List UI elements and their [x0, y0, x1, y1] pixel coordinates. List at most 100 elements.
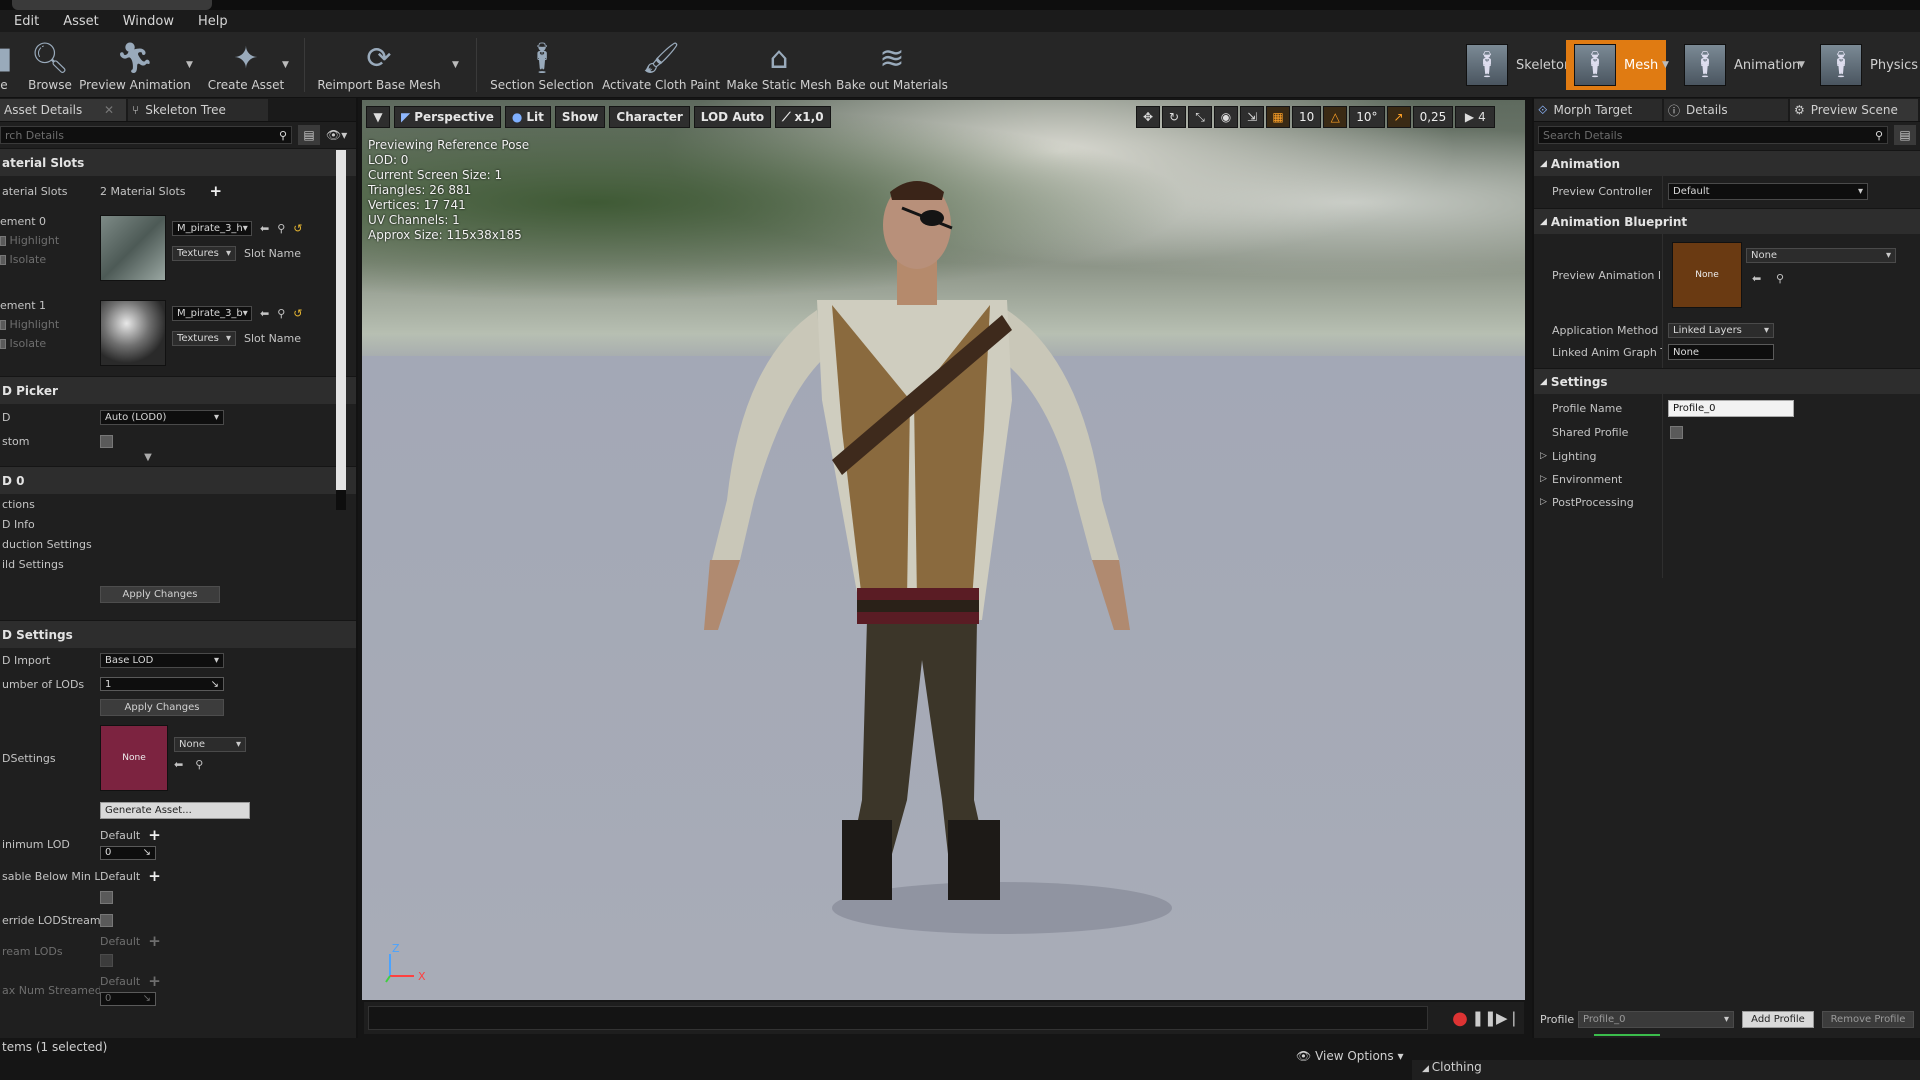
angle-snap-value[interactable]: 10° — [1349, 106, 1385, 128]
postprocessing-row[interactable]: ▷ PostProcessing — [1534, 492, 1920, 512]
expand-arrow-icon[interactable]: ▼ — [0, 452, 356, 466]
grid-snap-icon[interactable]: ▦ — [1266, 106, 1290, 128]
character-button[interactable]: Character — [609, 106, 690, 128]
mode-mesh-button[interactable]: 🕴︎ Mesh — [1566, 40, 1667, 90]
view-options-icon[interactable]: ▤ — [298, 125, 320, 145]
tab-asset-details[interactable]: Asset Details ✕ — [0, 99, 126, 121]
reset-icon[interactable]: ↺ — [293, 307, 302, 320]
highlight-checkbox[interactable] — [0, 236, 6, 246]
application-method-dropdown[interactable]: Linked Layers — [1668, 322, 1774, 338]
lod-dropdown[interactable]: Auto (LOD0) — [100, 409, 224, 425]
step-forward-icon[interactable]: ▶❘ — [1496, 1008, 1520, 1028]
textures-dropdown[interactable]: Textures — [172, 246, 236, 261]
lodsettings-dropdown[interactable]: None — [174, 737, 246, 752]
lod0-item[interactable]: ctions — [0, 494, 356, 514]
grid-size-value[interactable]: 10 — [1292, 106, 1322, 128]
apply-changes-button[interactable]: Apply Changes — [100, 585, 220, 603]
pause-icon[interactable]: ❚❚ — [1471, 1008, 1496, 1028]
use-selected-arrow-icon[interactable]: ⬅ — [260, 222, 269, 235]
lod0-item[interactable]: duction Settings — [0, 534, 356, 554]
section-lod-settings[interactable]: D Settings — [0, 620, 356, 648]
shared-profile-checkbox[interactable] — [1670, 425, 1683, 439]
tab-morph-target[interactable]: ⟐ Morph Target — [1534, 99, 1662, 121]
tab-preview-scene[interactable]: ⚙ Preview Scene — [1790, 99, 1918, 121]
minimum-lod-input[interactable]: 0 ↘ — [100, 845, 156, 860]
mode-animation-button[interactable]: 🕴︎ Animation — [1676, 40, 1808, 90]
angle-snap-icon[interactable]: △ — [1323, 106, 1348, 128]
use-selected-arrow-icon[interactable]: ⬅ — [260, 307, 269, 320]
surface-snap-icon[interactable]: ⇲ — [1240, 106, 1264, 128]
tab-details[interactable]: ⓘ Details — [1664, 99, 1788, 121]
profile-name-input[interactable]: Profile_0 — [1668, 399, 1794, 417]
create-asset-button[interactable]: ✦ Create Asset — [206, 34, 286, 96]
create-asset-dropdown-icon[interactable]: ▼ — [282, 60, 289, 70]
browse-icon[interactable]: ⚲ — [195, 758, 203, 771]
lod0-item[interactable]: ild Settings — [0, 554, 356, 574]
make-static-mesh-button[interactable]: ⌂ Make Static Mesh — [726, 34, 831, 96]
search-input[interactable]: Search Details ⚲ — [1538, 126, 1888, 144]
preview-animation-dropdown-icon[interactable]: ▼ — [186, 60, 193, 70]
menu-help[interactable]: Help — [184, 14, 238, 29]
character-mesh[interactable] — [362, 100, 1525, 1000]
lodsettings-thumbnail[interactable]: None — [100, 725, 168, 791]
mesh-dropdown-icon[interactable]: ▼ — [1662, 60, 1669, 70]
lod0-item[interactable]: D Info — [0, 514, 356, 534]
rotate-icon[interactable]: ↻ — [1162, 106, 1186, 128]
record-icon[interactable]: ● — [1450, 1008, 1470, 1029]
close-icon[interactable]: ✕ — [104, 103, 114, 117]
section-material-slots[interactable]: aterial Slots — [0, 148, 356, 176]
mode-physics-button[interactable]: 🕴︎ Physics — [1812, 40, 1920, 90]
playback-speed-button[interactable]: ⟋ x1,0 — [775, 106, 831, 128]
section-lod-picker[interactable]: D Picker — [0, 376, 356, 404]
bake-out-materials-button[interactable]: ≋ Bake out Materials — [836, 34, 948, 96]
menu-asset[interactable]: Asset — [49, 14, 109, 29]
timeline-track[interactable] — [368, 1006, 1428, 1030]
browse-icon[interactable]: ⚲ — [1776, 272, 1784, 285]
scale-icon[interactable]: ⤡ — [1188, 106, 1212, 128]
linked-anim-graph-input[interactable]: None — [1668, 344, 1774, 360]
section-animation-blueprint[interactable]: ◢ Animation Blueprint — [1534, 208, 1920, 234]
reimport-base-mesh-button[interactable]: ⟳ Reimport Base Mesh — [317, 34, 440, 96]
section-lod0[interactable]: D 0 — [0, 466, 356, 494]
add-material-slot-icon[interactable]: + — [210, 184, 223, 199]
translate-icon[interactable]: ✥ — [1136, 106, 1160, 128]
preview-animation-button[interactable]: 🏃︎ Preview Animation — [79, 34, 191, 96]
browse-icon[interactable]: ⚲ — [277, 307, 285, 320]
use-selected-arrow-icon[interactable]: ⬅ — [1752, 272, 1761, 285]
camera-speed-button[interactable]: ▶ 4 — [1455, 106, 1496, 128]
lighting-row[interactable]: ▷ Lighting — [1534, 446, 1920, 466]
menu-window[interactable]: Window — [109, 14, 184, 29]
preview-controller-dropdown[interactable]: Default — [1668, 182, 1868, 200]
remove-profile-button[interactable]: Remove Profile — [1822, 1010, 1914, 1028]
browse-icon[interactable]: ⚲ — [277, 222, 285, 235]
reimport-dropdown-icon[interactable]: ▼ — [452, 60, 459, 70]
override-lod-streaming-checkbox[interactable] — [100, 913, 113, 927]
section-animation[interactable]: ◢ Animation — [1534, 150, 1920, 176]
textures-dropdown[interactable]: Textures — [172, 331, 236, 346]
view-options-button[interactable]: 👁︎ View Options ▾ — [1296, 1049, 1404, 1063]
preview-viewport[interactable]: ▼ ◤ Perspective ● Lit Show Character LOD A… — [362, 100, 1525, 1000]
section-settings[interactable]: ◢ Settings — [1534, 368, 1920, 394]
browse-button[interactable]: 🔍︎ Browse — [24, 34, 76, 96]
isolate-checkbox[interactable] — [0, 255, 6, 265]
isolate-checkbox[interactable] — [0, 339, 6, 349]
anim-blueprint-dropdown[interactable]: None — [1746, 248, 1896, 263]
clothing-section[interactable]: ◢ Clothing — [1412, 1060, 1920, 1080]
lod-auto-button[interactable]: LOD Auto — [693, 106, 772, 128]
material-dropdown[interactable]: M_pirate_3_b — [172, 306, 252, 321]
view-options-icon[interactable]: ▤ — [1894, 125, 1916, 145]
use-selected-arrow-icon[interactable]: ⬅ — [174, 758, 183, 771]
profile-dropdown[interactable]: Profile_0 — [1578, 1010, 1734, 1028]
section-selection-button[interactable]: 🕴︎ Section Selection — [490, 34, 594, 96]
add-override-icon[interactable]: + — [148, 828, 161, 843]
material-thumbnail[interactable] — [100, 300, 166, 366]
activate-cloth-paint-button[interactable]: 🖌︎ Activate Cloth Paint — [602, 34, 720, 96]
save-button[interactable]: ▮ e — [0, 34, 12, 96]
asset-tab[interactable] — [12, 0, 212, 10]
scale-snap-value[interactable]: 0,25 — [1412, 106, 1454, 128]
disable-below-min-checkbox[interactable] — [100, 890, 113, 904]
environment-row[interactable]: ▷ Environment — [1534, 469, 1920, 489]
add-override-icon[interactable]: + — [148, 869, 161, 884]
lit-button[interactable]: ● Lit — [504, 106, 551, 128]
visibility-eye-icon[interactable]: 👁︎▾ — [326, 128, 352, 142]
